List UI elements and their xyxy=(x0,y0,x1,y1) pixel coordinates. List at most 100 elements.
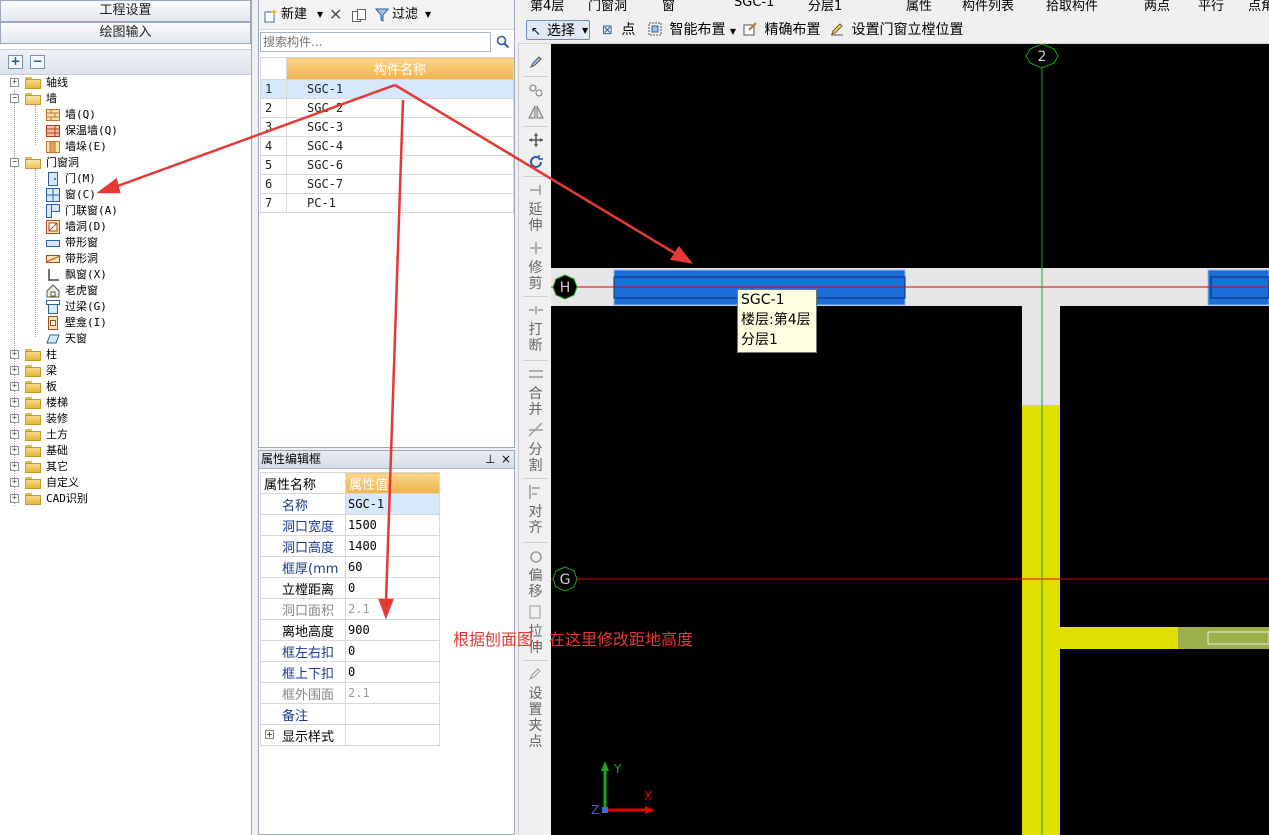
split-tool[interactable]: 分割 xyxy=(519,442,552,474)
project-settings-button[interactable]: 工程设置 xyxy=(0,0,251,22)
expand-toggle-icon[interactable]: + xyxy=(10,366,19,375)
offset-icon[interactable] xyxy=(528,548,544,564)
subtype-selector[interactable]: 窗 xyxy=(662,0,675,14)
parallel-button[interactable]: 平行 xyxy=(1198,0,1224,14)
expand-toggle-icon[interactable]: + xyxy=(10,382,19,391)
property-row-opening-width[interactable]: 洞口宽度 1500 xyxy=(260,514,440,536)
two-point-button[interactable]: 两点 xyxy=(1144,0,1170,14)
component-name-cell[interactable]: SGC-2 xyxy=(286,98,514,118)
merge-icon[interactable] xyxy=(528,366,544,382)
cad-drawing[interactable]: 2 H G Y X Z xyxy=(551,44,1269,835)
expand-toggle-icon[interactable]: + xyxy=(10,414,19,423)
table-row[interactable]: 1 SGC-1 xyxy=(260,79,514,99)
brush-icon[interactable] xyxy=(528,54,544,70)
property-value-input[interactable] xyxy=(345,724,440,746)
pick-component-button[interactable]: 拾取构件 xyxy=(1046,0,1098,14)
copy-icon[interactable] xyxy=(351,6,367,24)
yellow-wall-branch[interactable] xyxy=(1060,627,1178,649)
copy-tool-icon[interactable] xyxy=(528,82,544,98)
table-row[interactable]: 3 SGC-3 xyxy=(260,117,514,137)
expand-toggle-icon[interactable]: + xyxy=(10,430,19,439)
property-value-input[interactable]: 1400 xyxy=(345,535,440,557)
collapse-toggle-icon[interactable]: − xyxy=(10,158,19,167)
table-row[interactable]: 5 SGC-6 xyxy=(260,155,514,175)
select-button[interactable]: ↖ 选择 ▼ xyxy=(526,20,590,40)
expand-toggle-icon[interactable]: + xyxy=(265,730,274,739)
offset-tool[interactable]: 偏移 xyxy=(519,568,552,600)
extend-icon[interactable] xyxy=(528,182,544,198)
property-value-input[interactable]: SGC-1 xyxy=(345,493,440,515)
search-icon[interactable] xyxy=(496,35,510,49)
rotate-icon[interactable] xyxy=(528,154,544,170)
property-value-input[interactable]: 1500 xyxy=(345,514,440,536)
collapse-toggle-icon[interactable]: − xyxy=(10,94,19,103)
sublayer-selector[interactable]: 分层1 xyxy=(808,0,842,14)
point-angle-button[interactable]: 点角 xyxy=(1248,0,1269,14)
break-tool[interactable]: 打断 xyxy=(519,322,552,354)
property-row-frame-lr-deduct[interactable]: 框左右扣 0 xyxy=(260,640,440,662)
grip-icon[interactable] xyxy=(528,666,544,682)
precise-layout-button[interactable]: 精确布置 xyxy=(743,20,820,40)
component-list-button[interactable]: 构件列表 xyxy=(962,0,1014,14)
set-grip-tool[interactable]: 设置夹点 xyxy=(519,686,552,750)
table-row[interactable]: 7 PC-1 xyxy=(260,193,514,213)
property-row-height-above-ground[interactable]: 离地高度 900 xyxy=(260,619,440,641)
component-name-cell[interactable]: SGC-3 xyxy=(286,117,514,137)
table-row[interactable]: 4 SGC-4 xyxy=(260,136,514,156)
align-icon[interactable] xyxy=(528,484,544,500)
property-value-input[interactable]: 0 xyxy=(345,577,440,599)
expand-toggle-icon[interactable]: + xyxy=(10,78,19,87)
drawing-input-button[interactable]: 绘图输入 xyxy=(0,22,251,44)
component-name-cell[interactable]: PC-1 xyxy=(286,193,514,213)
expand-toggle-icon[interactable]: + xyxy=(10,494,19,503)
drawing-canvas[interactable]: 2 H G Y X Z xyxy=(551,44,1269,835)
expand-toggle-icon[interactable]: + xyxy=(10,446,19,455)
green-wall-segment[interactable] xyxy=(1178,627,1269,649)
properties-button[interactable]: 属性 xyxy=(906,0,932,14)
move-icon[interactable] xyxy=(528,132,544,148)
merge-tool[interactable]: 合并 xyxy=(519,386,552,418)
component-selector[interactable]: SGC-1 xyxy=(734,0,774,10)
stretch-icon[interactable] xyxy=(528,604,544,620)
split-icon[interactable] xyxy=(528,422,544,438)
expand-all-button[interactable]: + xyxy=(8,55,23,69)
component-search-input[interactable] xyxy=(260,32,491,52)
pin-icon[interactable]: ⊥ xyxy=(485,451,495,468)
point-button[interactable]: ⊠ 点 xyxy=(602,20,635,40)
height-above-ground-input[interactable]: 900 xyxy=(345,619,440,641)
property-row-opening-height[interactable]: 洞口高度 1400 xyxy=(260,535,440,557)
property-row-display-style[interactable]: + 显示样式 xyxy=(260,724,440,746)
floor-selector[interactable]: 第4层 xyxy=(530,0,564,14)
property-value-input[interactable]: 0 xyxy=(345,640,440,662)
component-name-cell[interactable]: SGC-4 xyxy=(286,136,514,156)
yellow-wall-segment[interactable] xyxy=(1022,405,1060,835)
trim-icon[interactable] xyxy=(528,240,544,256)
expand-toggle-icon[interactable]: + xyxy=(10,398,19,407)
property-value-input[interactable]: 60 xyxy=(345,556,440,578)
component-name-header[interactable]: 构件名称 xyxy=(286,57,514,80)
type-selector[interactable]: 门窗洞 xyxy=(588,0,627,14)
component-name-cell[interactable]: SGC-7 xyxy=(286,174,514,194)
component-name-cell[interactable]: SGC-6 xyxy=(286,155,514,175)
component-name-cell[interactable]: SGC-1 xyxy=(286,79,514,99)
property-row-frame-tb-deduct[interactable]: 框上下扣 0 xyxy=(260,661,440,683)
property-row-remark[interactable]: 备注 xyxy=(260,703,440,725)
property-value-input[interactable] xyxy=(345,703,440,725)
extend-tool[interactable]: 延伸 xyxy=(519,202,552,234)
expand-toggle-icon[interactable]: + xyxy=(10,350,19,359)
align-tool[interactable]: 对齐 xyxy=(519,504,552,536)
break-icon[interactable] xyxy=(528,302,544,318)
close-icon[interactable]: × xyxy=(501,451,511,468)
table-row[interactable]: 2 SGC-2 xyxy=(260,98,514,118)
trim-tool[interactable]: 修剪 xyxy=(519,260,552,292)
property-row-frame-offset[interactable]: 立樘距离 0 xyxy=(260,577,440,599)
expand-toggle-icon[interactable]: + xyxy=(10,478,19,487)
set-frame-position-button[interactable]: 设置门窗立樘位置 xyxy=(830,20,963,40)
delete-icon[interactable]: ✕ xyxy=(329,6,342,24)
table-row[interactable]: 6 SGC-7 xyxy=(260,174,514,194)
collapse-all-button[interactable]: − xyxy=(30,55,45,69)
mirror-icon[interactable] xyxy=(528,104,544,120)
property-value-input[interactable]: 0 xyxy=(345,661,440,683)
expand-toggle-icon[interactable]: + xyxy=(10,462,19,471)
property-row-name[interactable]: 名称 SGC-1 xyxy=(260,493,440,515)
